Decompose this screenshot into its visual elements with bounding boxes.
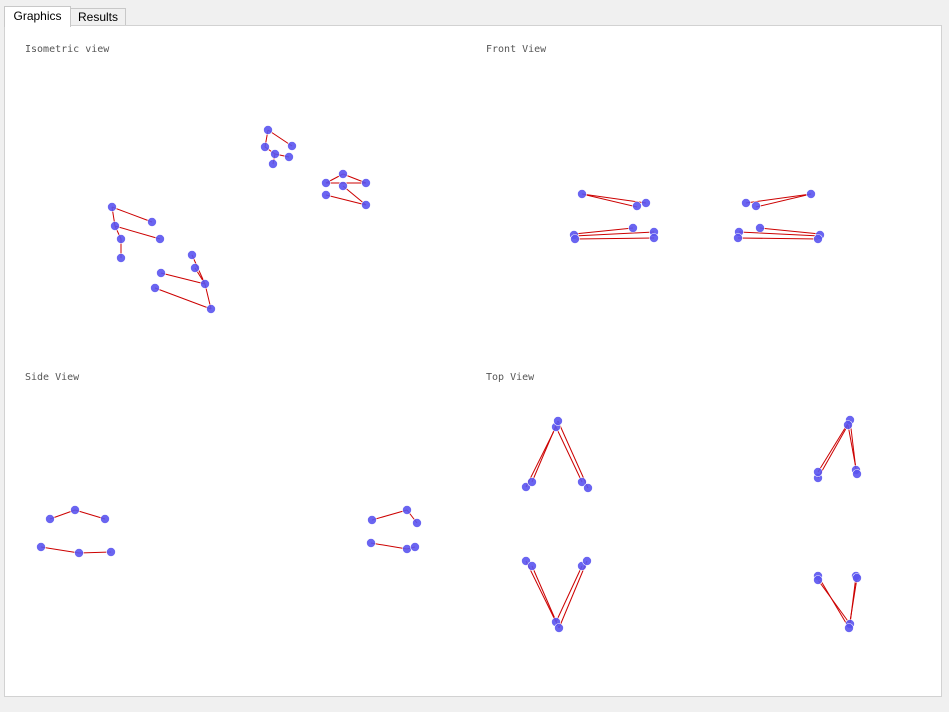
node-point <box>741 198 751 208</box>
node-point <box>107 202 117 212</box>
edge-line <box>817 579 851 625</box>
node-point <box>852 469 862 479</box>
edge-line <box>111 206 153 223</box>
node-point <box>284 152 294 162</box>
edge-line <box>737 237 819 240</box>
node-point <box>287 141 297 151</box>
node-point <box>116 234 126 244</box>
node-point <box>843 420 853 430</box>
node-point <box>187 250 197 260</box>
edge-line <box>40 546 80 554</box>
edge-line <box>160 272 206 285</box>
node-point <box>150 283 160 293</box>
node-point <box>270 149 280 159</box>
edge-line <box>574 237 655 240</box>
node-point <box>200 279 210 289</box>
node-point <box>577 189 587 199</box>
node-point <box>553 416 563 426</box>
graphics-canvas <box>36 125 862 633</box>
node-point <box>632 201 642 211</box>
node-point <box>583 483 593 493</box>
node-point <box>755 223 765 233</box>
node-point <box>100 514 110 524</box>
node-point <box>813 234 823 244</box>
node-point <box>155 234 165 244</box>
node-point <box>813 467 823 477</box>
node-point <box>554 623 564 633</box>
edge-line <box>78 551 112 554</box>
edge-line <box>370 542 408 550</box>
edge-line <box>154 287 212 310</box>
node-point <box>410 542 420 552</box>
edge-line <box>371 509 408 521</box>
node-point <box>844 623 854 633</box>
node-point <box>641 198 651 208</box>
node-point <box>366 538 376 548</box>
front-view <box>569 189 825 244</box>
node-point <box>338 169 348 179</box>
node-point <box>36 542 46 552</box>
node-point <box>412 518 422 528</box>
node-point <box>116 253 126 263</box>
edge-line <box>558 560 588 629</box>
node-point <box>206 304 216 314</box>
node-point <box>570 234 580 244</box>
node-point <box>806 189 816 199</box>
node-point <box>649 233 659 243</box>
node-point <box>147 217 157 227</box>
node-point <box>260 142 270 152</box>
node-point <box>402 544 412 554</box>
node-point <box>733 233 743 243</box>
node-point <box>338 181 348 191</box>
node-point <box>361 200 371 210</box>
node-point <box>70 505 80 515</box>
node-point <box>321 178 331 188</box>
node-point <box>628 223 638 233</box>
edge-line <box>555 565 583 623</box>
node-point <box>156 268 166 278</box>
node-point <box>74 548 84 558</box>
node-point <box>582 556 592 566</box>
node-point <box>321 190 331 200</box>
node-point <box>110 221 120 231</box>
isometric-view <box>107 125 371 314</box>
node-point <box>361 178 371 188</box>
edge-line <box>817 424 849 479</box>
node-point <box>263 125 273 135</box>
top-view <box>521 415 862 633</box>
node-point <box>527 561 537 571</box>
node-point <box>402 505 412 515</box>
side-view <box>36 505 422 558</box>
node-point <box>268 159 278 169</box>
node-point <box>106 547 116 557</box>
node-point <box>45 514 55 524</box>
node-point <box>751 201 761 211</box>
edge-line <box>555 426 583 483</box>
node-point <box>527 477 537 487</box>
node-point <box>367 515 377 525</box>
node-point <box>813 575 823 585</box>
tab-graphics[interactable]: Graphics <box>4 6 71 27</box>
node-point <box>190 263 200 273</box>
node-point <box>852 573 862 583</box>
